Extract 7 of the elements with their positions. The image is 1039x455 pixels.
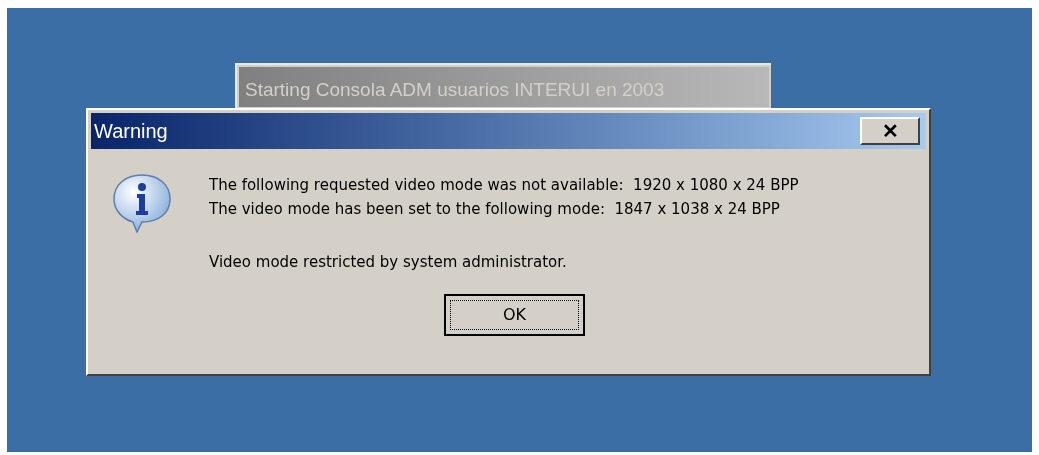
ok-button[interactable]: OK: [444, 294, 585, 336]
info-icon: [111, 173, 173, 233]
close-button[interactable]: ✕: [860, 117, 920, 145]
dialog-title: Warning: [94, 119, 168, 144]
message-text: The following requested video mode was not available: 1920 x 1080 x 24 BPP: [209, 175, 799, 196]
message-text: The video mode has been set to the following mode: 1847 x 1038 x 24 BPP: [209, 199, 781, 220]
note-text: Video mode restricted by system administrator.: [209, 252, 568, 273]
